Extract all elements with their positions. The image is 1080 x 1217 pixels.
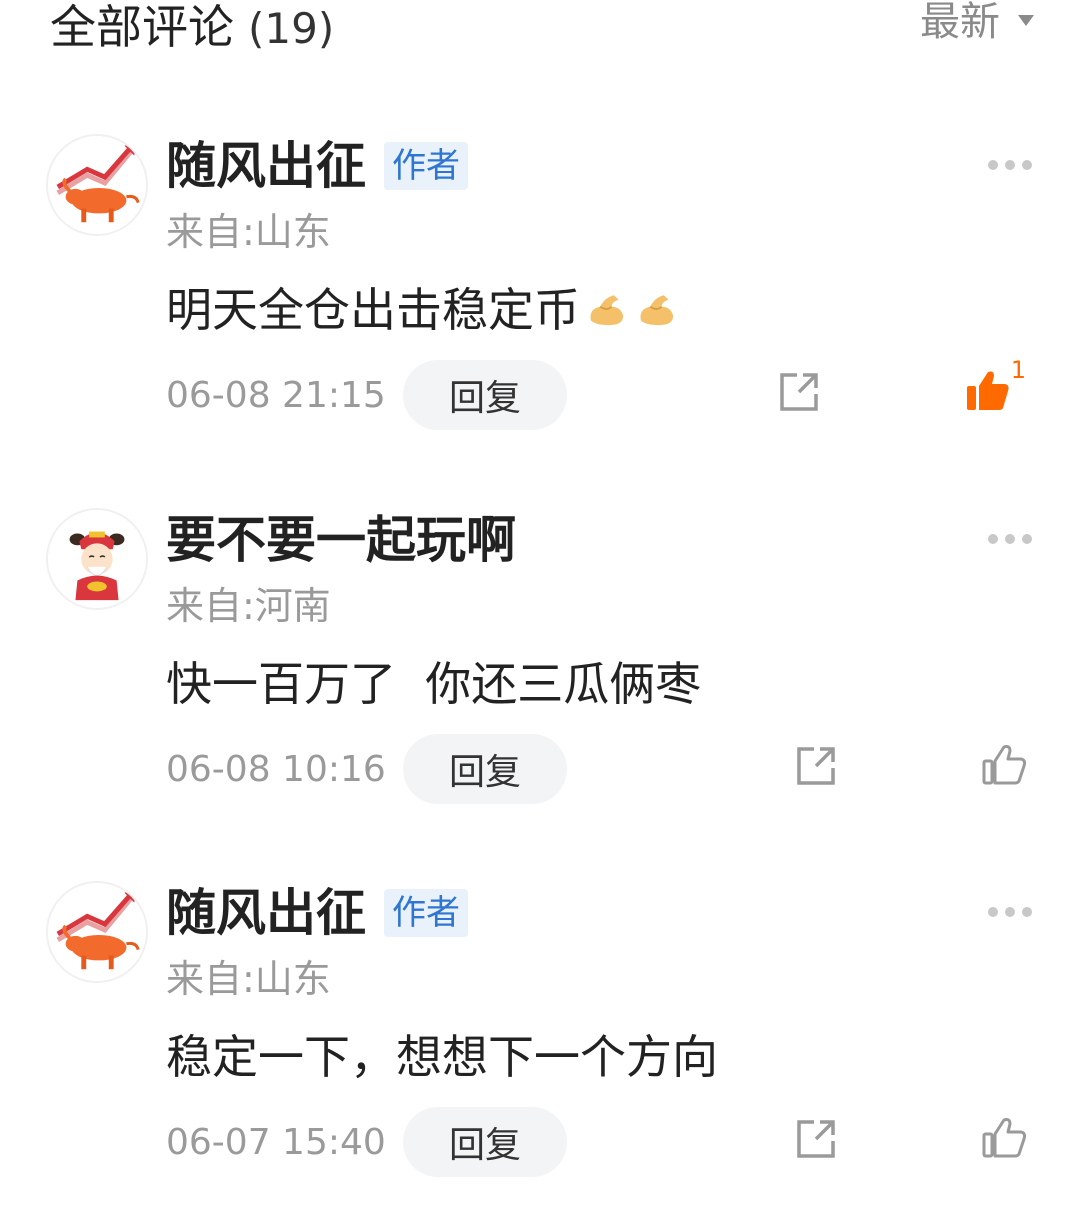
reply-button[interactable]: 回复 [403, 1107, 567, 1177]
user-row: 随风出征 作者 [166, 136, 468, 196]
flexed-biceps-icon [640, 295, 674, 326]
comments-count: (19) [248, 4, 335, 53]
user-location: 来自:山东 [166, 957, 331, 1001]
more-dots-icon[interactable] [988, 905, 1032, 919]
thumbs-up-icon[interactable] [964, 366, 1012, 414]
reply-button[interactable]: 回复 [403, 360, 567, 430]
comment-text: 明天全仓出击稳定币 [166, 280, 680, 340]
reply-button[interactable]: 回复 [403, 734, 567, 804]
sort-label: 最新 [920, 0, 1000, 45]
comment-item: 要不要一起玩啊 来自:河南 快一百万了 你还三瓜俩枣 06-08 10:16 回… [0, 508, 1080, 838]
username[interactable]: 随风出征 [166, 883, 366, 943]
username[interactable]: 要不要一起玩啊 [166, 510, 516, 570]
like-count: 1 [1010, 356, 1026, 384]
fortune-god-avatar-image [48, 510, 146, 608]
comment-text: 快一百万了 你还三瓜俩枣 [166, 657, 702, 711]
user-row: 随风出征 作者 [166, 883, 468, 943]
share-icon[interactable] [777, 370, 821, 414]
share-icon[interactable] [794, 744, 838, 788]
user-location: 来自:河南 [166, 584, 331, 628]
author-badge: 作者 [384, 142, 468, 190]
more-dots-icon[interactable] [988, 158, 1032, 172]
comments-header: 全部评论 (19) 最新 [0, 0, 1080, 60]
author-badge: 作者 [384, 889, 468, 937]
fortune-god-avatar[interactable] [46, 508, 148, 610]
thumbs-up-icon[interactable] [980, 1113, 1028, 1161]
comment-text-content: 明天全仓出击稳定币 [166, 283, 580, 337]
user-location: 来自:山东 [166, 210, 331, 254]
bull-avatar-image [48, 136, 146, 234]
sort-dropdown[interactable]: 最新 [920, 0, 1034, 44]
flexed-biceps-icon [590, 295, 624, 326]
comment-text: 稳定一下，想想下一个方向 [166, 1030, 718, 1084]
comment-time: 06-08 10:16 [166, 749, 386, 790]
comment-item: 随风出征 作者 来自:山东 明天全仓出击稳定币 06-08 21:15 回复 1 [0, 134, 1080, 464]
comment-time: 06-08 21:15 [166, 375, 386, 416]
bull-avatar[interactable] [46, 134, 148, 236]
share-icon[interactable] [794, 1117, 838, 1161]
bull-avatar-image [48, 883, 146, 981]
more-dots-icon[interactable] [988, 532, 1032, 546]
comment-time: 06-07 15:40 [166, 1122, 386, 1163]
bull-avatar[interactable] [46, 881, 148, 983]
thumbs-up-icon[interactable] [980, 740, 1028, 788]
comment-item: 随风出征 作者 来自:山东 稳定一下，想想下一个方向 06-07 15:40 回… [0, 881, 1080, 1211]
comments-title-text: 全部评论 [50, 0, 234, 54]
username[interactable]: 随风出征 [166, 136, 366, 196]
caret-down-icon [1018, 14, 1034, 26]
comments-title: 全部评论 (19) [50, 0, 334, 56]
user-row: 要不要一起玩啊 [166, 510, 516, 570]
